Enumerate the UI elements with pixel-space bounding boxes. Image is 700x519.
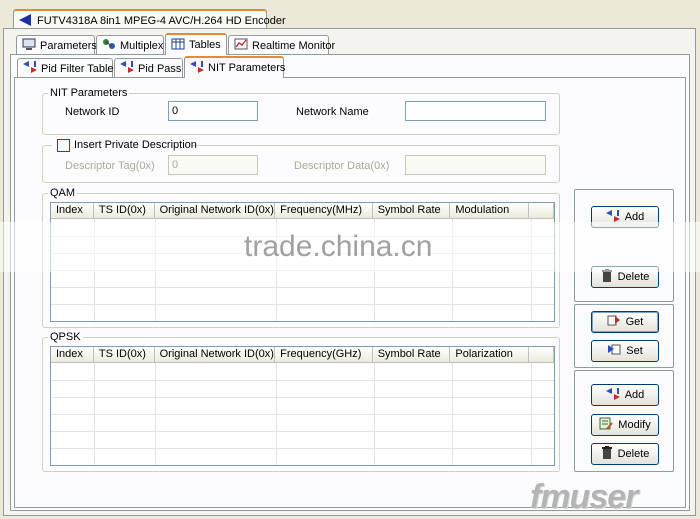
subtab-pid-filter-table[interactable]: Pid Filter Table bbox=[17, 58, 114, 78]
qpsk-delete-button[interactable]: Delete bbox=[591, 443, 659, 465]
network-id-input[interactable] bbox=[168, 101, 258, 121]
table-icon bbox=[171, 38, 185, 53]
back-arrow-icon bbox=[19, 13, 33, 29]
tab-realtime-monitor[interactable]: Realtime Monitor bbox=[228, 35, 335, 55]
trash-icon bbox=[601, 446, 613, 462]
arrows-icon bbox=[23, 61, 37, 76]
button-label: Get bbox=[625, 316, 644, 328]
network-name-label: Network Name bbox=[296, 106, 369, 118]
fmuser-logo: fmuser bbox=[530, 478, 638, 516]
qpsk-group-label: QPSK bbox=[48, 331, 83, 343]
tab-multiplex[interactable]: Multiplex bbox=[96, 35, 164, 55]
tab-label: Multiplex bbox=[120, 39, 164, 52]
set-icon bbox=[607, 343, 621, 359]
column-header-filler bbox=[529, 203, 554, 218]
nit-group-label: NIT Parameters bbox=[48, 87, 130, 99]
insert-private-desc-checkbox[interactable] bbox=[57, 139, 70, 152]
subtab-label: Pid Filter Table bbox=[41, 62, 114, 75]
column-header-polarization[interactable]: Polarization bbox=[450, 347, 530, 362]
column-header-modulation[interactable]: Modulation bbox=[450, 203, 530, 218]
window-title: FUTV4318A 8in1 MPEG-4 AVC/H.264 HD Encod… bbox=[37, 15, 286, 27]
arrows-icon bbox=[605, 387, 620, 403]
column-header-symbol-rate[interactable]: Symbol Rate bbox=[372, 203, 451, 218]
arrows-icon bbox=[120, 61, 134, 76]
column-header-frequency[interactable]: Frequency(GHz) bbox=[275, 347, 373, 362]
qam-table-header: Index TS ID(0x) Original Network ID(0x) … bbox=[51, 203, 554, 219]
column-header-ts-id[interactable]: TS ID(0x) bbox=[93, 203, 155, 218]
button-label: Modify bbox=[618, 419, 651, 431]
network-icon bbox=[102, 38, 116, 53]
column-header-original-network-id[interactable]: Original Network ID(0x) bbox=[154, 347, 276, 362]
network-id-label: Network ID bbox=[65, 106, 120, 118]
column-header-symbol-rate[interactable]: Symbol Rate bbox=[372, 347, 451, 362]
monitor-icon bbox=[22, 38, 36, 53]
set-button[interactable]: Set bbox=[591, 340, 659, 362]
qpsk-add-button[interactable]: Add bbox=[591, 384, 659, 406]
qpsk-table-body bbox=[51, 363, 554, 465]
tab-tables[interactable]: Tables bbox=[165, 33, 227, 55]
button-label: Delete bbox=[617, 448, 650, 460]
column-header-frequency[interactable]: Frequency(MHz) bbox=[275, 203, 373, 218]
subtab-nit-parameters[interactable]: NIT Parameters bbox=[184, 56, 286, 78]
get-button[interactable]: Get bbox=[591, 311, 659, 333]
get-icon bbox=[607, 314, 621, 330]
qpsk-table-header: Index TS ID(0x) Original Network ID(0x) … bbox=[51, 347, 554, 363]
chart-icon bbox=[234, 38, 248, 53]
tab-label: Realtime Monitor bbox=[252, 39, 336, 52]
descriptor-tag-label: Descriptor Tag(0x) bbox=[65, 160, 155, 172]
network-name-input[interactable] bbox=[405, 101, 546, 121]
insert-private-desc-label: Insert Private Description bbox=[74, 139, 197, 151]
tab-label: Tables bbox=[189, 39, 221, 51]
descriptor-tag-input[interactable] bbox=[168, 155, 258, 175]
descriptor-data-label: Descriptor Data(0x) bbox=[294, 160, 390, 172]
button-label: Delete bbox=[617, 271, 650, 283]
qpsk-table[interactable]: Index TS ID(0x) Original Network ID(0x) … bbox=[50, 346, 555, 466]
column-header-filler bbox=[529, 347, 554, 362]
subtab-label: Pid Pass bbox=[138, 62, 182, 75]
arrows-icon bbox=[190, 60, 204, 76]
column-header-index[interactable]: Index bbox=[51, 203, 94, 218]
column-header-original-network-id[interactable]: Original Network ID(0x) bbox=[154, 203, 276, 218]
modify-icon bbox=[599, 417, 614, 433]
column-header-index[interactable]: Index bbox=[51, 347, 94, 362]
qpsk-modify-button[interactable]: Modify bbox=[591, 414, 659, 436]
qam-group-label: QAM bbox=[48, 187, 78, 199]
button-label: Set bbox=[626, 345, 643, 357]
descriptor-data-input[interactable] bbox=[405, 155, 546, 175]
watermark-text: trade.china.cn bbox=[244, 230, 433, 263]
subtab-label: NIT Parameters bbox=[208, 62, 286, 74]
column-header-ts-id[interactable]: TS ID(0x) bbox=[93, 347, 155, 362]
button-label: Add bbox=[624, 389, 645, 401]
tab-label: Parameters bbox=[40, 39, 97, 52]
subtab-pid-pass[interactable]: Pid Pass bbox=[114, 58, 183, 78]
tab-parameters[interactable]: Parameters bbox=[16, 35, 97, 55]
